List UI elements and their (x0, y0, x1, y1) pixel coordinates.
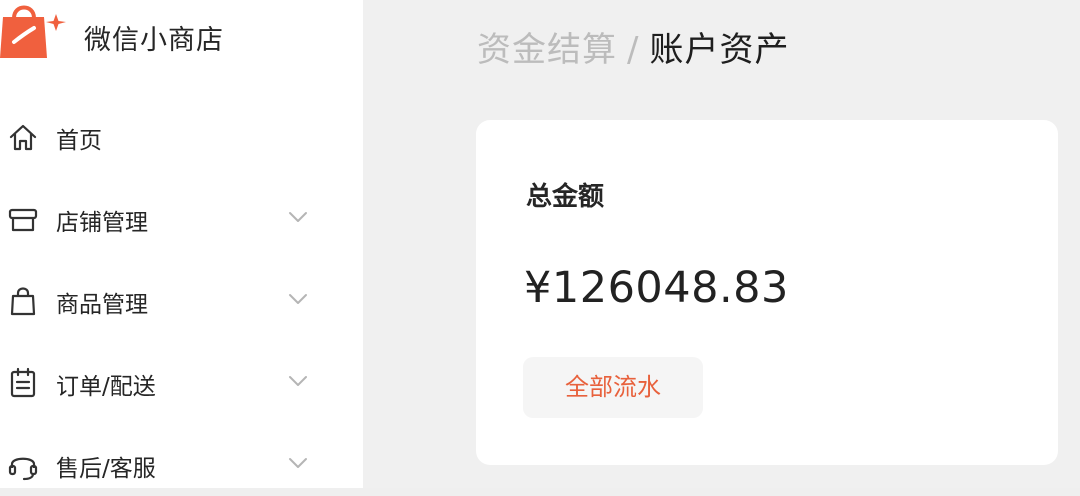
sidebar-item-label: 商品管理 (56, 292, 148, 318)
sidebar-item-label: 订单/配送 (56, 374, 156, 400)
breadcrumb-current: 账户资产 (649, 30, 790, 70)
main-content: 资金结算 / 账户资产 总金额 ¥126048.83 全部流水 (363, 0, 1080, 488)
account-balance-card: 总金额 ¥126048.83 全部流水 (476, 120, 1058, 465)
chevron-down-icon[interactable] (287, 372, 309, 390)
total-amount-label: 总金额 (526, 182, 605, 212)
sidebar-item-label: 首页 (56, 128, 102, 154)
breadcrumb: 资金结算 / 账户资产 (477, 22, 789, 71)
breadcrumb-parent[interactable]: 资金结算 (477, 30, 617, 70)
total-amount-value: ¥126048.83 (524, 263, 789, 313)
all-transactions-button[interactable]: 全部流水 (523, 357, 703, 418)
shopping-bag-icon[interactable] (0, 0, 66, 64)
bag-icon (6, 284, 40, 318)
sidebar-item-label: 店铺管理 (56, 210, 148, 236)
bottom-divider (0, 488, 1080, 496)
breadcrumb-separator: / (627, 30, 640, 70)
order-list-icon (6, 366, 40, 400)
sidebar-item-orders[interactable]: 订单/配送 (0, 352, 363, 412)
chevron-down-icon[interactable] (287, 454, 309, 472)
chevron-down-icon[interactable] (287, 208, 309, 226)
sidebar-item-product-management[interactable]: 商品管理 (0, 270, 363, 330)
store-icon (6, 202, 40, 236)
chevron-down-icon[interactable] (287, 290, 309, 308)
app-name: 微信小商店 (84, 25, 224, 56)
sidebar-item-after-sales[interactable]: 售后/客服 (0, 434, 363, 494)
home-icon (6, 120, 40, 154)
sidebar: 微信小商店 首页 店铺管理 商品管理 订单/配送 售后/客服 (0, 0, 363, 488)
sidebar-item-label: 售后/客服 (56, 456, 156, 482)
sidebar-item-store-management[interactable]: 店铺管理 (0, 188, 363, 248)
headset-icon (6, 448, 40, 482)
sidebar-item-home[interactable]: 首页 (0, 106, 363, 166)
